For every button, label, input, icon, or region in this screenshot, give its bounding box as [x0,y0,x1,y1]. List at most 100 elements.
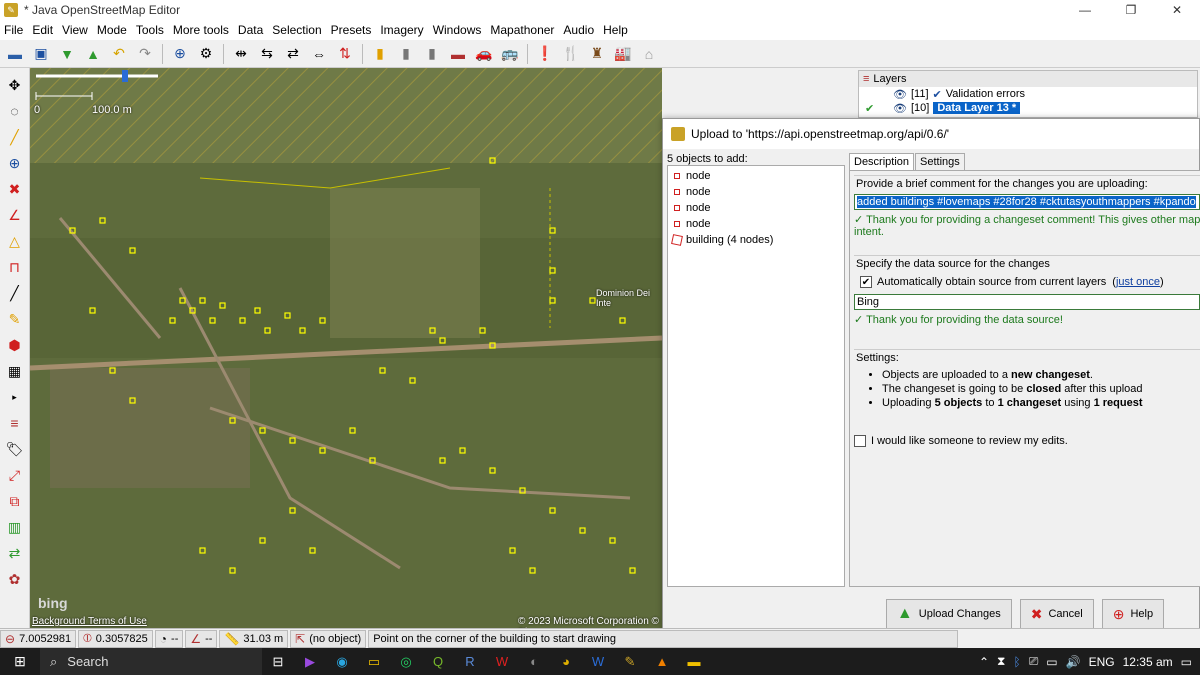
task-view-icon[interactable]: ⊟ [262,648,294,675]
map-view[interactable]: 0 100.0 m Dominion Dei Inte bing Backgro… [30,68,662,628]
more-tools-arrow-icon[interactable]: ▸ [3,386,27,408]
menu-selection[interactable]: Selection [272,23,321,37]
help-button[interactable]: ⊕ Help [1101,599,1165,629]
buildings-tool-icon[interactable]: ▦ [3,360,27,382]
whatsapp-icon[interactable]: ◎ [390,648,422,675]
road-preset-icon[interactable]: ▮ [369,43,391,65]
layers-toggle-icon[interactable]: ≡ [3,412,27,434]
menu-windows[interactable]: Windows [433,23,482,37]
combine-way-icon[interactable]: ⇆ [256,43,278,65]
minimize-button[interactable]: — [1062,0,1108,20]
list-item[interactable]: building (4 nodes) [671,232,840,248]
menu-edit[interactable]: Edit [32,23,53,37]
visibility-eye-icon[interactable]: 👁 [893,102,907,115]
open-icon[interactable]: ▬ [4,43,26,65]
lasso-tool-icon[interactable]: ◌ [3,100,27,122]
media-icon[interactable]: ◐ [518,648,550,675]
list-item[interactable]: node [672,168,840,184]
close-button[interactable]: ✕ [1154,0,1200,20]
undo-icon[interactable]: ↶ [108,43,130,65]
menu-tools[interactable]: Tools [136,23,164,37]
josm-taskbar-icon[interactable]: ✎ [614,648,646,675]
zoom-icon[interactable]: ⊕ [169,43,191,65]
wall-preset-icon[interactable]: ▬ [447,43,469,65]
save-icon[interactable]: ▣ [30,43,52,65]
menu-help[interactable]: Help [603,23,628,37]
media-player-icon[interactable]: ▶ [294,648,326,675]
circle-tool-icon[interactable]: ⬢ [3,334,27,356]
pencil-tool-icon[interactable]: ✎ [3,308,27,330]
menu-presets[interactable]: Presets [331,23,372,37]
bluetooth-icon[interactable]: ᛒ [1013,655,1020,669]
menu-more-tools[interactable]: More tools [173,23,229,37]
car-icon[interactable]: 🚗 [473,43,495,65]
delete-tool-icon[interactable]: ✖ [3,178,27,200]
list-item[interactable]: node [672,184,840,200]
language-indicator[interactable]: ENG [1089,655,1115,669]
direction-icon[interactable]: ⇅ [334,43,356,65]
auto-source-checkbox[interactable]: ✔ [860,276,872,288]
tab-settings[interactable]: Settings [915,153,965,171]
reverse-way-icon[interactable]: ⇄ [282,43,304,65]
taskbar-search[interactable]: ⌕ Search [40,648,262,675]
select-tool-icon[interactable]: ✥ [3,74,27,96]
background-terms-link[interactable]: Background Terms of Use [32,616,147,627]
improve-way-icon[interactable]: △ [3,230,27,252]
menu-mapathoner[interactable]: Mapathoner [490,23,554,37]
menu-audio[interactable]: Audio [563,23,594,37]
relations-icon[interactable]: ⧉ [3,490,27,512]
changeset-comment-input[interactable]: added buildings #lovemaps #28for28 #cktu… [854,194,1200,210]
menu-imagery[interactable]: Imagery [380,23,423,37]
industrial-icon[interactable]: 🏭 [612,43,634,65]
tab-description[interactable]: Description [849,153,915,171]
vlc-icon[interactable]: ▲ [646,648,678,675]
just-once-link[interactable]: just once [1116,276,1160,288]
source-input[interactable]: Bing [854,294,1200,310]
map-paint-icon[interactable]: ▥ [3,516,27,538]
building-tool-icon[interactable]: ╱ [3,282,27,304]
layer-row-selected[interactable]: ✔ 👁 [10] Data Layer 13 * [859,101,1197,115]
notifications-icon[interactable]: ▭ [1181,655,1192,669]
clock[interactable]: 12:35 am [1123,655,1173,669]
list-item[interactable]: node [672,216,840,232]
menu-view[interactable]: View [62,23,88,37]
upload-changes-button[interactable]: ▲ Upload Changes [885,599,1012,629]
house-icon[interactable]: ⌂ [638,43,660,65]
track-preset-icon[interactable]: ▮ [421,43,443,65]
network-icon[interactable]: ⎚ [1029,654,1039,669]
r-app-icon[interactable]: R [454,648,486,675]
tags-toggle-icon[interactable]: 🏷 [3,438,27,460]
folder-icon[interactable]: ▬ [678,648,710,675]
volume-icon[interactable]: 🔊 [1066,655,1081,669]
windows-start-icon[interactable]: ⊞ [0,648,40,675]
draw-tool-icon[interactable]: ╱ [3,126,27,148]
review-checkbox[interactable] [854,435,866,447]
tray-chevron-icon[interactable]: ⌃ [979,655,989,669]
upload-icon[interactable]: ▲ [82,43,104,65]
edge-icon[interactable]: ◉ [326,648,358,675]
menu-data[interactable]: Data [238,23,263,37]
redo-icon[interactable]: ↷ [134,43,156,65]
zoom-tool-icon[interactable]: ⊕ [3,152,27,174]
castle-icon[interactable]: ♜ [586,43,608,65]
word-icon[interactable]: W [582,648,614,675]
file-explorer-icon[interactable]: ▭ [358,648,390,675]
extrude-tool-icon[interactable]: ⊓ [3,256,27,278]
parallel-tool-icon[interactable]: ∠ [3,204,27,226]
warning-sign-icon[interactable]: ❗ [534,43,556,65]
path-preset-icon[interactable]: ▮ [395,43,417,65]
validator-icon[interactable]: ⇄ [3,542,27,564]
visibility-eye-icon[interactable]: 👁 [893,88,907,101]
download-icon[interactable]: ▼ [56,43,78,65]
cancel-button[interactable]: ✖ Cancel [1019,599,1094,629]
list-item[interactable]: node [672,200,840,216]
menu-file[interactable]: File [4,23,23,37]
menu-mode[interactable]: Mode [97,23,127,37]
wifi-icon[interactable]: ⧗ [997,654,1005,669]
layer-row[interactable]: 👁 [11] ✔ Validation errors [859,87,1197,101]
chrome-icon[interactable]: ◕ [550,648,582,675]
maximize-button[interactable]: ❐ [1108,0,1154,20]
wps-icon[interactable]: W [486,648,518,675]
bus-icon[interactable]: 🚌 [499,43,521,65]
plugins-icon[interactable]: ✿ [3,568,27,590]
